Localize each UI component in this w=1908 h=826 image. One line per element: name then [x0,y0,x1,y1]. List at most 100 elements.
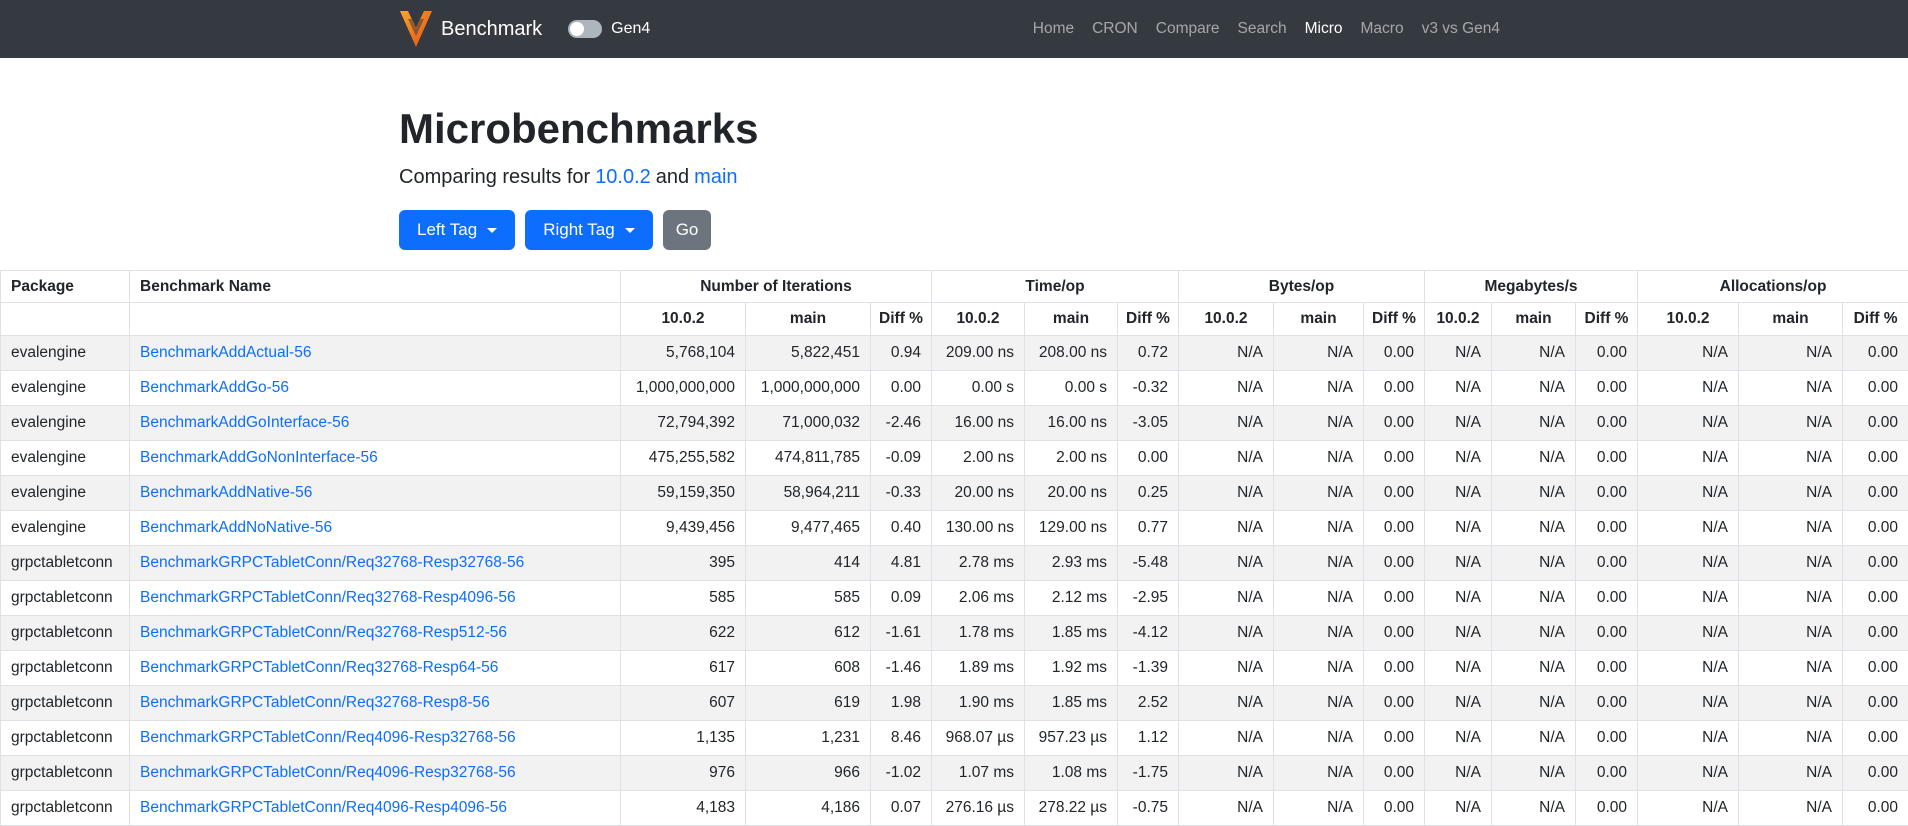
metric-cell: 1,000,000,000 [620,370,746,407]
right-tag-link[interactable]: main [694,162,737,192]
benchmark-name-cell: BenchmarkAddNoNative-56 [129,510,621,547]
metric-cell: 278.22 µs [1024,790,1118,826]
metric-cell: 0.00 [1363,650,1425,687]
benchmark-link[interactable]: BenchmarkGRPCTabletConn/Req32768-Resp327… [140,554,524,571]
metric-cell: 2.12 ms [1024,580,1118,617]
metric-cell: N/A [1273,580,1364,617]
metric-cell: 2.78 ms [931,545,1025,582]
package-cell: evalengine [0,370,130,407]
metric-cell: N/A [1491,335,1576,372]
metric-cell: 0.00 [1574,440,1639,477]
metric-cell: 9,439,456 [620,510,746,547]
package-cell: grpctabletconn [0,650,130,687]
metric-cell: N/A [1424,370,1492,407]
metric-cell: 0.00 [1363,405,1425,442]
metric-cell: 0.00 [1842,685,1908,722]
benchmark-link[interactable]: BenchmarkAddNative-56 [140,484,312,501]
benchmark-link[interactable]: BenchmarkGRPCTabletConn/Req32768-Resp64-… [140,659,498,676]
package-cell: grpctabletconn [0,755,130,792]
package-cell: evalengine [0,335,130,372]
metric-cell: 0.00 [1363,510,1425,547]
subtitle-prefix: Comparing results for [399,166,591,189]
gen4-toggle[interactable] [568,20,603,38]
metric-cell: 395 [620,545,746,582]
metric-cell: N/A [1491,440,1576,477]
metric-cell: 0.25 [1117,475,1179,512]
left-tag-link[interactable]: 10.0.2 [595,162,651,192]
metric-cell: N/A [1178,510,1274,547]
package-cell: grpctabletconn [0,685,130,722]
metric-cell: 607 [620,685,746,722]
benchmark-link[interactable]: BenchmarkAddGoInterface-56 [140,414,349,431]
nav-item-home[interactable]: Home [1024,20,1083,38]
nav-item-micro[interactable]: Micro [1296,20,1352,38]
table-row: grpctabletconn BenchmarkGRPCTabletConn/Re… [0,615,1908,652]
metric-cell: N/A [1738,545,1844,582]
benchmark-link[interactable]: BenchmarkAddGo-56 [140,379,289,396]
metric-cell: N/A [1178,370,1274,407]
benchmark-link[interactable]: BenchmarkGRPCTabletConn/Req4096-Resp3276… [140,764,516,781]
metric-cell: N/A [1424,335,1492,372]
benchmark-name-cell: BenchmarkGRPCTabletConn/Req32768-Resp512… [129,615,621,652]
metric-cell: N/A [1424,790,1492,826]
benchmark-link[interactable]: BenchmarkGRPCTabletConn/Req32768-Resp512… [140,624,507,641]
metric-cell: N/A [1273,790,1364,826]
nav-item-search[interactable]: Search [1229,20,1296,38]
metric-cell: N/A [1424,475,1492,512]
metric-cell: 0.09 [870,580,932,617]
metric-cell: N/A [1424,755,1492,792]
table-row: grpctabletconn BenchmarkGRPCTabletConn/Re… [0,720,1908,757]
metric-cell: 0.00 [1842,580,1908,617]
metric-cell: N/A [1637,370,1740,407]
metric-cell: N/A [1491,510,1576,547]
benchmark-link[interactable]: BenchmarkGRPCTabletConn/Req4096-Resp4096… [140,799,507,816]
metric-cell: 4,183 [620,790,746,826]
metric-cell: 0.00 [1363,685,1425,722]
metric-cell: N/A [1637,580,1740,617]
metric-cell: -1.61 [870,615,932,652]
metric-cell: -1.02 [870,755,932,792]
metric-cell: -3.05 [1117,405,1179,442]
metric-cell: 0.00 [870,370,932,407]
nav-item-v3-vs-gen4[interactable]: v3 vs Gen4 [1413,20,1509,38]
col-header-allocations-op: Allocations/op [1637,270,1908,304]
package-cell: evalengine [0,475,130,512]
metric-cell: 16.00 ns [931,405,1025,442]
metric-cell: -5.48 [1117,545,1179,582]
sub-header-right-tag: main [1024,302,1118,337]
nav-item-macro[interactable]: Macro [1352,20,1413,38]
nav-links: Home CRON Compare Search Micro Macro v3 vs Gen… [1024,20,1509,38]
benchmark-link[interactable]: BenchmarkGRPCTabletConn/Req4096-Resp3276… [140,729,516,746]
package-cell: evalengine [0,440,130,477]
metric-cell: N/A [1738,615,1844,652]
table-row: evalengine BenchmarkAddNoNative-56 9,439,4… [0,510,1908,547]
metric-cell: 129.00 ns [1024,510,1118,547]
package-cell: grpctabletconn [0,615,130,652]
metric-cell: 1.92 ms [1024,650,1118,687]
table-group-header-row: Package Benchmark Name Number of Iterati… [0,270,1908,304]
benchmark-link[interactable]: BenchmarkGRPCTabletConn/Req32768-Resp8-5… [140,694,490,711]
right-tag-dropdown-button[interactable]: Right Tag [525,210,653,251]
benchmark-link[interactable]: BenchmarkAddGoNonInterface-56 [140,449,378,466]
metric-cell: 612 [745,615,871,652]
metric-cell: N/A [1273,755,1364,792]
nav-item-compare[interactable]: Compare [1147,20,1229,38]
go-button[interactable]: Go [662,210,712,251]
benchmark-link[interactable]: BenchmarkGRPCTabletConn/Req32768-Resp409… [140,589,516,606]
metric-cell: 1.12 [1117,720,1179,757]
benchmark-name-cell: BenchmarkAddNative-56 [129,475,621,512]
metric-cell: N/A [1637,405,1740,442]
benchmark-name-cell: BenchmarkGRPCTabletConn/Req4096-Resp4096… [129,790,621,826]
nav-item-cron[interactable]: CRON [1083,20,1147,38]
benchmark-link[interactable]: BenchmarkAddActual-56 [140,344,311,361]
benchmark-link[interactable]: BenchmarkAddNoNative-56 [140,519,332,536]
benchmark-name-cell: BenchmarkGRPCTabletConn/Req4096-Resp3276… [129,755,621,792]
metric-cell: N/A [1637,615,1740,652]
package-cell: grpctabletconn [0,720,130,757]
sub-header-right-tag: main [1491,302,1576,337]
metric-cell: N/A [1178,755,1274,792]
metric-cell: 0.00 [1574,720,1639,757]
left-tag-dropdown-button[interactable]: Left Tag [399,210,516,251]
metric-cell: N/A [1424,440,1492,477]
metric-cell: 0.00 [1574,335,1639,372]
